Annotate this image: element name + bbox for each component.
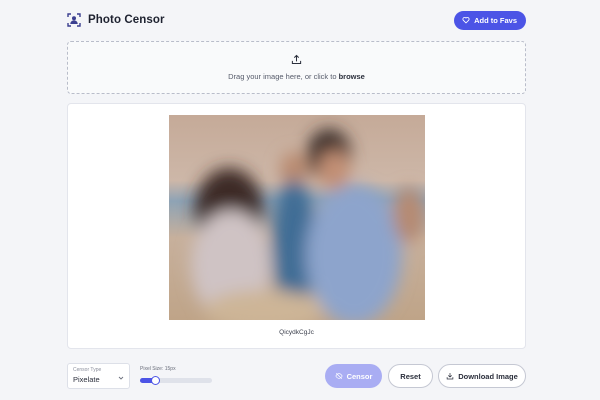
censor-app-icon (66, 12, 82, 28)
censor-type-value: Pixelate (73, 375, 100, 384)
reset-button-label: Reset (400, 371, 421, 381)
eye-off-icon (334, 372, 343, 380)
upload-icon (291, 54, 302, 64)
pixel-size-thumb[interactable] (151, 376, 161, 385)
reset-button[interactable]: Reset (388, 364, 433, 388)
browse-link[interactable]: browse (339, 72, 365, 81)
censor-button[interactable]: Censor (325, 364, 382, 388)
app-header: Photo Censor Add to Favs (66, 8, 526, 32)
dropzone-text: Drag your image here, or click to browse (228, 72, 365, 81)
censored-photo (169, 115, 425, 320)
pixel-size-slider[interactable] (140, 376, 212, 385)
chevron-down-icon (118, 376, 124, 380)
censor-type-select[interactable]: Censor Type Pixelate (67, 363, 130, 389)
image-dropzone[interactable]: Drag your image here, or click to browse (67, 41, 526, 94)
add-to-favs-label: Add to Favs (474, 15, 517, 25)
heart-icon (462, 17, 470, 24)
download-icon (446, 372, 454, 380)
download-image-button[interactable]: Download Image (438, 364, 526, 388)
download-button-label: Download Image (458, 371, 518, 381)
image-preview-card: QicydkCgJc (67, 103, 526, 349)
pixel-size-label: Pixel Size: 15px (140, 366, 176, 372)
censor-button-label: Censor (346, 371, 373, 381)
dropzone-instruction: Drag your image here, or click to (228, 72, 339, 81)
pixel-size-control: Pixel Size: 15px (140, 366, 212, 385)
add-to-favs-button[interactable]: Add to Favs (454, 10, 526, 30)
brand: Photo Censor (66, 12, 165, 28)
censor-type-label: Censor Type (73, 367, 102, 373)
image-filename: QicydkCgJc (279, 329, 314, 336)
page-title: Photo Censor (88, 14, 165, 26)
